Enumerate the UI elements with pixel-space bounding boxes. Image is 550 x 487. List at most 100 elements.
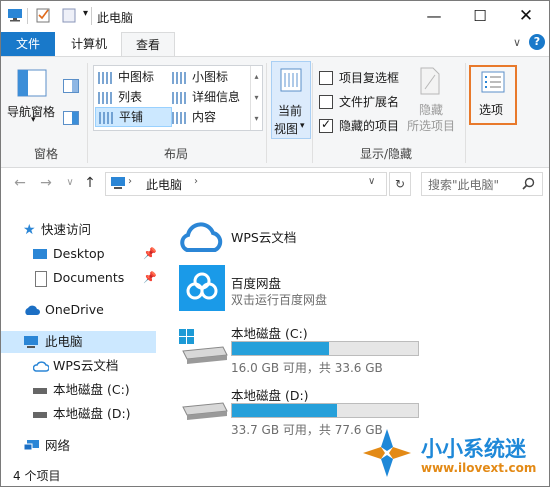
hide-selected-icon xyxy=(420,67,440,95)
item-wps-cloud[interactable]: WPS云文档 xyxy=(177,219,437,259)
layout-list[interactable]: 列表 xyxy=(98,87,142,107)
watermark: 小小系统迷 www.ilovext.com xyxy=(361,423,549,485)
nav-quick-access[interactable]: ★ 快速访问 xyxy=(1,219,156,241)
drive-d-usage-bar xyxy=(231,403,419,418)
divider xyxy=(91,7,92,25)
layout-details[interactable]: 详细信息 xyxy=(172,87,240,107)
navigation-pane-icon xyxy=(17,69,47,97)
properties-icon[interactable] xyxy=(35,7,51,23)
preview-pane-icon[interactable] xyxy=(63,79,79,93)
pin-icon: 📌 xyxy=(143,247,157,260)
nav-desktop[interactable]: Desktop 📌 xyxy=(1,243,157,265)
drive-d-usage-fill xyxy=(232,404,338,417)
current-view-button[interactable]: 当前 视图 ▾ xyxy=(271,61,311,139)
layout-tiles[interactable]: 平铺 xyxy=(95,107,172,127)
nav-drive-c[interactable]: 本地磁盘 (C:) xyxy=(1,379,156,401)
layout-medium-icons[interactable]: 中图标 xyxy=(98,67,154,87)
tiles-icon xyxy=(99,111,113,124)
item-drive-c[interactable]: 本地磁盘 (C:) 16.0 GB 可用，共 33.6 GB xyxy=(177,321,437,375)
nav-onedrive[interactable]: OneDrive xyxy=(1,299,156,321)
window-title: 此电脑 xyxy=(97,11,134,25)
layout-small-icons[interactable]: 小图标 xyxy=(172,67,228,87)
drive-c-usage-fill xyxy=(232,342,330,355)
chevron-down-icon: ▾ xyxy=(31,115,36,125)
drive-c-usage-bar xyxy=(231,341,419,356)
pin-icon: 📌 xyxy=(143,271,157,284)
desktop-icon xyxy=(33,249,47,259)
options-icon xyxy=(481,71,505,93)
file-extensions-label: 文件扩展名 xyxy=(339,95,400,109)
drive-icon xyxy=(33,412,47,418)
pane-group-label: 窗格 xyxy=(33,147,58,161)
minimize-button[interactable]: — xyxy=(411,1,457,32)
breadcrumb-chevron-icon: › xyxy=(194,176,198,187)
options-button[interactable]: 选项 xyxy=(469,65,517,125)
details-icon xyxy=(172,91,186,104)
star-icon: ★ xyxy=(23,222,36,238)
tab-file[interactable]: 文件 xyxy=(1,32,55,56)
address-dropdown-icon[interactable]: ∨ xyxy=(368,176,375,187)
layout-content[interactable]: 内容 xyxy=(172,107,216,127)
item-baidu-netdisk[interactable]: 百度网盘 双击运行百度网盘 xyxy=(177,265,437,315)
maximize-button[interactable]: ☐ xyxy=(457,1,503,32)
close-button[interactable]: ✕ xyxy=(503,1,549,32)
nav-drive-d[interactable]: 本地磁盘 (D:) xyxy=(1,403,156,425)
content-icon xyxy=(172,111,186,124)
computer-icon xyxy=(24,336,38,348)
breadcrumb[interactable]: 此电脑 xyxy=(146,176,182,193)
navigation-pane: ★ 快速访问 Desktop 📌 Documents 📌 OneDrive 此电… xyxy=(1,213,161,463)
watermark-brand: 小小系统迷 xyxy=(421,437,526,461)
nav-network[interactable]: 网络 xyxy=(1,435,156,457)
layout-group-label: 布局 xyxy=(163,147,188,161)
list-icon xyxy=(98,91,112,104)
group-separator xyxy=(312,63,313,163)
layout-scroll[interactable]: ▴ ▾ ▾ xyxy=(250,66,262,130)
group-separator xyxy=(87,63,88,163)
file-extensions-checkbox[interactable] xyxy=(319,95,333,109)
show-hide-group-label: 显示/隐藏 xyxy=(359,147,413,161)
recent-locations-icon[interactable]: ∨ xyxy=(61,172,79,194)
forward-button[interactable]: → xyxy=(37,172,55,194)
address-bar[interactable]: › 此电脑 › ∨ xyxy=(105,172,387,196)
item-checkboxes-checkbox[interactable] xyxy=(319,71,333,85)
ribbon: 导航窗格 ▾ 窗格 中图标 小图标 列表 详细信息 平铺 内容 ▴ ▾ ▾ 布局 当… xyxy=(1,56,549,168)
wps-cloud-icon xyxy=(33,361,49,372)
selected-items-label: 所选项目 xyxy=(407,119,456,133)
nav-this-pc[interactable]: 此电脑 xyxy=(1,331,156,353)
system-drive-icon xyxy=(179,329,228,364)
hide-button[interactable]: 隐藏 xyxy=(419,101,443,118)
breadcrumb-chevron-icon: › xyxy=(128,176,132,187)
cloud-icon xyxy=(25,305,40,315)
collapse-ribbon-icon[interactable]: ∨ xyxy=(513,36,521,49)
chevron-down-icon: ▾ xyxy=(300,121,305,131)
search-input[interactable]: 搜索"此电脑" xyxy=(421,172,543,196)
help-icon[interactable]: ? xyxy=(529,34,545,50)
refresh-button[interactable]: ↻ xyxy=(389,172,411,196)
hidden-items-checkbox[interactable] xyxy=(319,117,333,133)
layout-gallery: 中图标 小图标 列表 详细信息 平铺 内容 ▴ ▾ ▾ xyxy=(93,65,263,131)
qat-dropdown-icon[interactable]: ▾ xyxy=(83,8,88,19)
title-bar: ▾ 此电脑 — ☐ ✕ xyxy=(1,1,549,32)
group-separator xyxy=(266,63,267,163)
divider xyxy=(27,8,28,24)
item-checkboxes-label: 项目复选框 xyxy=(339,71,400,85)
back-button[interactable]: ← xyxy=(11,172,29,194)
new-folder-icon[interactable] xyxy=(61,7,77,23)
computer-icon xyxy=(8,9,22,22)
computer-icon xyxy=(111,177,125,189)
drive-icon xyxy=(33,388,47,394)
tab-computer[interactable]: 计算机 xyxy=(61,32,117,56)
small-icons-icon xyxy=(172,71,186,84)
tab-view[interactable]: 查看 xyxy=(121,32,175,57)
up-button[interactable]: ↑ xyxy=(81,172,99,194)
network-icon xyxy=(23,440,39,451)
baidu-netdisk-icon xyxy=(179,265,225,311)
medium-icons-icon xyxy=(98,71,112,84)
explorer-window: ▾ 此电脑 — ☐ ✕ 文件 计算机 查看 ∨ ? 导航窗格 ▾ 窗格 中图标 … xyxy=(0,0,550,487)
nav-wps-cloud[interactable]: WPS云文档 xyxy=(1,355,156,377)
search-icon xyxy=(522,177,535,190)
document-icon xyxy=(35,271,47,287)
details-pane-icon[interactable] xyxy=(63,111,79,125)
nav-documents[interactable]: Documents 📌 xyxy=(1,267,157,289)
content-area: WPS云文档 百度网盘 双击运行百度网盘 本地磁盘 (C:) 16.0 GB 可… xyxy=(171,213,541,453)
